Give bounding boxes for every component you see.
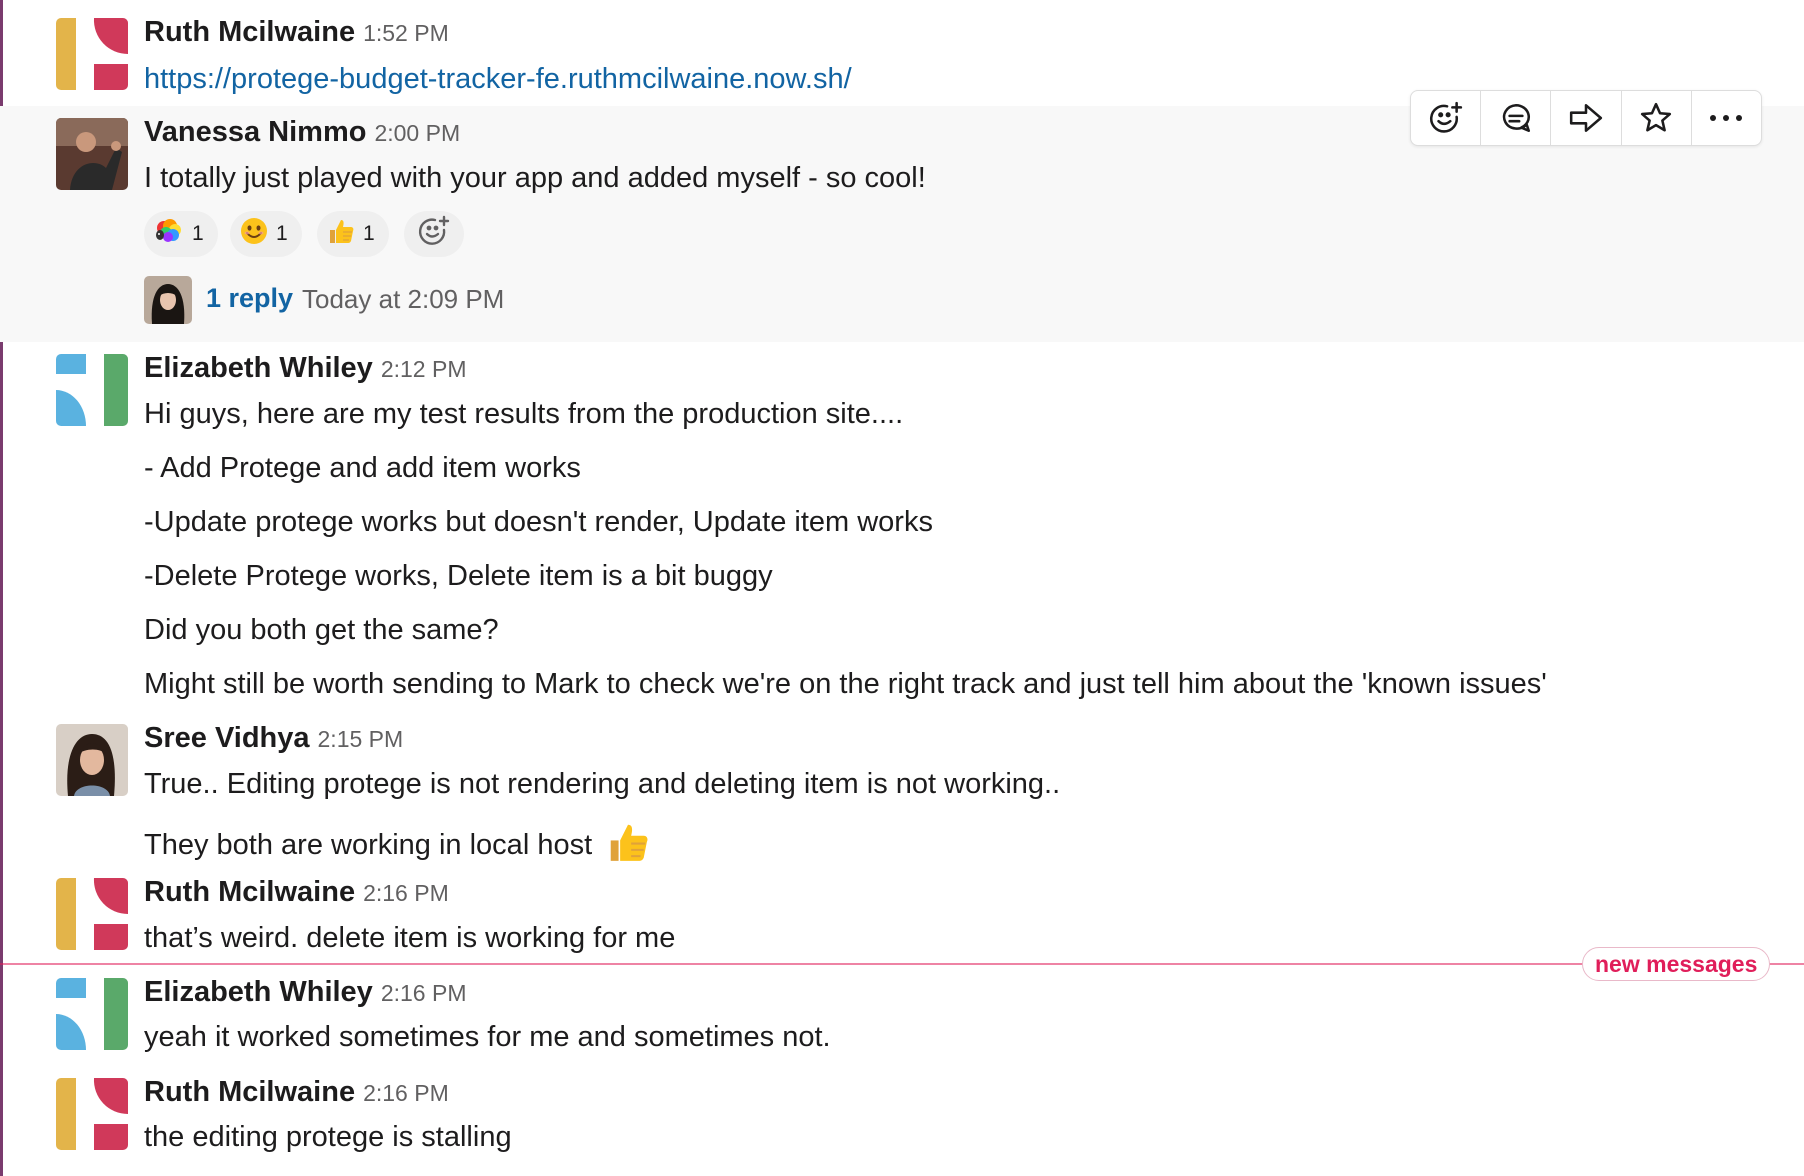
thumbsup-icon [327, 217, 355, 251]
message-item: Elizabeth Whiley 2:12 PM Hi guys, here ar… [0, 342, 1804, 712]
timestamp[interactable]: 1:52 PM [363, 20, 449, 46]
message-text: that’s weird. delete item is working for… [144, 922, 676, 954]
message-item: Ruth Mcilwaine 2:16 PM the editing proteg… [0, 1066, 1804, 1176]
message-actions-toolbar [1410, 90, 1762, 146]
message-item: Ruth Mcilwaine 2:16 PM that’s weird. dele… [0, 864, 1804, 964]
thread-last-reply-time: Today at 2:09 PM [302, 284, 505, 314]
author-name[interactable]: Ruth Mcilwaine [144, 876, 355, 908]
message-item: Elizabeth Whiley 2:16 PM yeah it worked s… [0, 966, 1804, 1066]
message-item: Sree Vidhya 2:15 PM True.. Editing proteg… [0, 712, 1804, 864]
avatar[interactable] [56, 978, 128, 1050]
timestamp[interactable]: 2:16 PM [363, 880, 449, 906]
reaction-count: 1 [276, 222, 288, 245]
thread-participant-avatar[interactable] [144, 276, 192, 324]
message-link[interactable]: https://protege-budget-tracker-fe.ruthmc… [144, 61, 852, 97]
save-message-button[interactable] [1622, 91, 1692, 145]
message-text-content: They both are working in local host [144, 829, 593, 862]
smile-icon [240, 217, 268, 251]
message-text: I totally just played with your app and … [144, 162, 926, 194]
message-header: Ruth Mcilwaine 2:16 PM [144, 1076, 449, 1112]
author-name[interactable]: Vanessa Nimmo [144, 116, 366, 148]
author-name[interactable]: Elizabeth Whiley [144, 976, 373, 1008]
author-name[interactable]: Sree Vidhya [144, 722, 310, 754]
more-actions-button[interactable] [1692, 91, 1761, 145]
message-text: Hi guys, here are my test results from t… [144, 398, 904, 430]
message-header: Elizabeth Whiley 2:12 PM [144, 352, 466, 388]
message-text: the editing protege is stalling [144, 1121, 512, 1153]
ellipsis-icon [1710, 115, 1743, 121]
share-message-button[interactable] [1551, 91, 1622, 145]
author-name[interactable]: Ruth Mcilwaine [144, 1076, 355, 1108]
message-text: -Delete Protege works, Delete item is a … [144, 560, 773, 592]
message-text: Did you both get the same? [144, 614, 499, 646]
message-text: - Add Protege and add item works [144, 452, 581, 484]
avatar[interactable] [56, 354, 128, 426]
message-header: Ruth Mcilwaine 2:16 PM [144, 876, 449, 912]
add-reaction-button[interactable] [404, 211, 464, 257]
timestamp[interactable]: 2:12 PM [381, 356, 467, 382]
message-header: Vanessa Nimmo 2:00 PM [144, 116, 460, 152]
share-arrow-icon [1569, 104, 1603, 132]
avatar[interactable] [56, 118, 128, 190]
timestamp[interactable]: 2:00 PM [374, 120, 460, 146]
new-messages-divider [0, 963, 1804, 965]
reaction-smile[interactable]: 1 [230, 211, 302, 257]
avatar[interactable] [56, 1078, 128, 1150]
speech-bubble-icon [1502, 103, 1530, 133]
author-name[interactable]: Ruth Mcilwaine [144, 16, 355, 48]
timestamp[interactable]: 2:15 PM [318, 726, 404, 752]
reply-in-thread-button[interactable] [1481, 91, 1552, 145]
message-text: Might still be worth sending to Mark to … [144, 668, 1547, 700]
reaction-thumbsup[interactable]: 1 [317, 211, 389, 257]
message-text: True.. Editing protege is not rendering … [144, 768, 1061, 800]
timestamp[interactable]: 2:16 PM [381, 980, 467, 1006]
message-header: Elizabeth Whiley 2:16 PM [144, 976, 466, 1012]
timestamp[interactable]: 2:16 PM [363, 1080, 449, 1106]
rainbow-sheep-icon [154, 218, 184, 250]
reaction-count: 1 [363, 222, 375, 245]
reaction-rainbow-sheep[interactable]: 1 [144, 211, 218, 257]
add-reaction-icon [418, 215, 450, 253]
message-header: Sree Vidhya 2:15 PM [144, 722, 403, 758]
message-text: yeah it worked sometimes for me and some… [144, 1021, 831, 1053]
message-header: Ruth Mcilwaine 1:52 PM [144, 16, 449, 52]
thread-reply-count-link[interactable]: 1 reply [206, 283, 293, 314]
star-icon [1641, 102, 1672, 132]
add-reaction-icon [1429, 101, 1462, 133]
author-name[interactable]: Elizabeth Whiley [144, 352, 373, 384]
avatar[interactable] [56, 724, 128, 796]
avatar[interactable] [56, 878, 128, 950]
avatar[interactable] [56, 18, 128, 90]
reaction-count: 1 [192, 222, 204, 245]
add-reaction-action-button[interactable] [1411, 91, 1482, 145]
message-text: -Update protege works but doesn't render… [144, 506, 933, 538]
